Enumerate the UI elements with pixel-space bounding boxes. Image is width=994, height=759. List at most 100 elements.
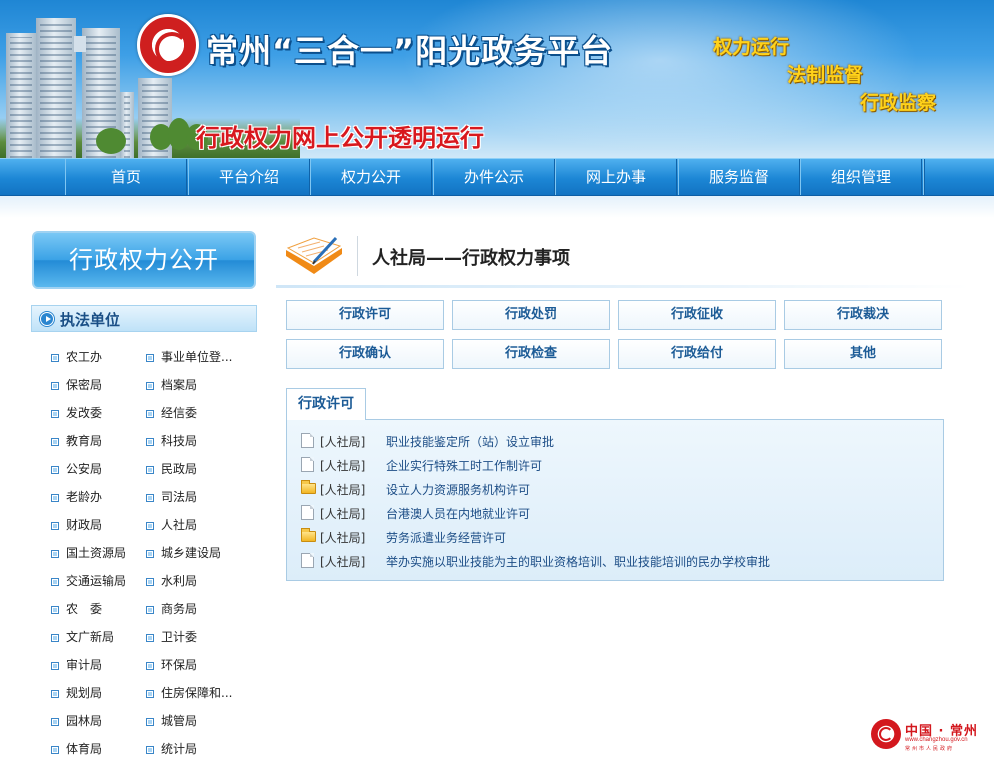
category-button-administrative-penalty[interactable]: 行政处罚 <box>452 300 610 330</box>
category-button-administrative-ruling[interactable]: 行政裁决 <box>784 300 942 330</box>
unit-label: 城乡建设局 <box>161 546 222 560</box>
unit-label: 水利局 <box>161 574 198 588</box>
unit-link[interactable]: 老龄办 <box>51 488 102 508</box>
category-button-administrative-payment[interactable]: 行政给付 <box>618 339 776 369</box>
item-department-tag: [人社局] <box>320 483 366 497</box>
list-item[interactable]: [人社局] 劳务派遣业务经营许可 <box>301 526 931 548</box>
square-bullet-icon <box>51 634 59 642</box>
unit-link[interactable]: 财政局 <box>51 516 102 536</box>
square-bullet-icon <box>146 550 154 558</box>
title-underline <box>276 285 970 288</box>
item-title: 举办实施以职业技能为主的职业资格培训、职业技能培训的民办学校审批 <box>386 555 771 569</box>
unit-link[interactable]: 规划局 <box>51 684 102 704</box>
site-title: 常州“三合一”阳光政务平台 <box>206 32 614 70</box>
unit-link[interactable]: 城乡建设局 <box>146 544 221 564</box>
tab-administrative-license[interactable]: 行政许可 <box>286 388 366 420</box>
unit-link[interactable]: 环保局 <box>146 656 197 676</box>
unit-link[interactable]: 国土资源局 <box>51 544 126 564</box>
item-department-tag: [人社局] <box>320 435 366 449</box>
square-bullet-icon <box>146 410 154 418</box>
nav-divider <box>923 159 925 195</box>
category-button-administrative-levy[interactable]: 行政征收 <box>618 300 776 330</box>
document-icon <box>301 505 314 520</box>
square-bullet-icon <box>51 746 59 754</box>
unit-link[interactable]: 档案局 <box>146 376 197 396</box>
category-button-administrative-inspection[interactable]: 行政检查 <box>452 339 610 369</box>
unit-link[interactable]: 事业单位登... <box>146 348 232 368</box>
unit-link[interactable]: 水利局 <box>146 572 197 592</box>
nav-item-power-disclosure[interactable]: 权力公开 <box>310 159 432 195</box>
page: 常州“三合一”阳光政务平台 权力运行 法制监督 行政监察 行政权力网上公开透明运… <box>0 0 994 759</box>
nav-item-service-supervision[interactable]: 服务监督 <box>678 159 800 195</box>
unit-label: 财政局 <box>66 518 103 532</box>
unit-link[interactable]: 人社局 <box>146 516 197 536</box>
unit-label: 发改委 <box>66 406 103 420</box>
square-bullet-icon <box>51 438 59 446</box>
nav-item-organization[interactable]: 组织管理 <box>800 159 922 195</box>
unit-link[interactable]: 文广新局 <box>51 628 114 648</box>
unit-label: 农工办 <box>66 350 103 364</box>
category-button-administrative-confirmation[interactable]: 行政确认 <box>286 339 444 369</box>
square-bullet-icon <box>51 690 59 698</box>
unit-label: 卫计委 <box>161 630 198 644</box>
unit-link[interactable]: 交通运输局 <box>51 572 126 592</box>
unit-link[interactable]: 农 委 <box>51 600 102 620</box>
unit-link[interactable]: 保密局 <box>51 376 102 396</box>
unit-link[interactable]: 商务局 <box>146 600 197 620</box>
unit-link[interactable]: 园林局 <box>51 712 102 732</box>
sidebar-title: 行政权力公开 <box>32 231 256 289</box>
footer-logo-org: 常州市人民政府 <box>905 746 955 752</box>
unit-link[interactable]: 农工办 <box>51 348 102 368</box>
square-bullet-icon <box>146 690 154 698</box>
unit-link[interactable]: 司法局 <box>146 488 197 508</box>
square-bullet-icon <box>51 522 59 530</box>
unit-link[interactable]: 住房保障和... <box>146 684 232 704</box>
unit-link[interactable]: 发改委 <box>51 404 102 424</box>
city-emblem-logo <box>137 14 199 76</box>
list-item[interactable]: [人社局] 台港澳人员在内地就业许可 <box>301 502 931 524</box>
square-bullet-icon <box>146 438 154 446</box>
unit-label: 体育局 <box>66 742 103 756</box>
unit-link[interactable]: 城管局 <box>146 712 197 732</box>
list-item[interactable]: [人社局] 职业技能鉴定所（站）设立审批 <box>301 430 931 452</box>
category-button-other[interactable]: 其他 <box>784 339 942 369</box>
unit-label: 司法局 <box>161 490 198 504</box>
tree-illustration <box>96 128 126 154</box>
unit-link[interactable]: 民政局 <box>146 460 197 480</box>
unit-link[interactable]: 公安局 <box>51 460 102 480</box>
square-bullet-icon <box>51 606 59 614</box>
unit-link[interactable]: 统计局 <box>146 740 197 759</box>
document-icon <box>301 457 314 472</box>
item-title: 劳务派遣业务经营许可 <box>386 531 507 545</box>
square-bullet-icon <box>51 662 59 670</box>
square-bullet-icon <box>146 606 154 614</box>
list-item[interactable]: [人社局] 设立人力资源服务机构许可 <box>301 478 931 500</box>
unit-link[interactable]: 体育局 <box>51 740 102 759</box>
square-bullet-icon <box>146 578 154 586</box>
category-button-administrative-license[interactable]: 行政许可 <box>286 300 444 330</box>
unit-label: 档案局 <box>161 378 198 392</box>
unit-link[interactable]: 科技局 <box>146 432 197 452</box>
unit-link[interactable]: 经信委 <box>146 404 197 424</box>
square-bullet-icon <box>51 410 59 418</box>
nav-item-home[interactable]: 首页 <box>65 159 187 195</box>
unit-label: 事业单位登... <box>161 350 233 364</box>
unit-label: 经信委 <box>161 406 198 420</box>
slogan-power-operation: 权力运行 <box>713 36 790 58</box>
nav-item-case-publicity[interactable]: 办件公示 <box>433 159 555 195</box>
square-bullet-icon <box>146 382 154 390</box>
unit-link[interactable]: 卫计委 <box>146 628 197 648</box>
unit-label: 规划局 <box>66 686 103 700</box>
unit-link[interactable]: 审计局 <box>51 656 102 676</box>
list-item[interactable]: [人社局] 企业实行特殊工时工作制许可 <box>301 454 931 476</box>
nav-item-platform-intro[interactable]: 平台介绍 <box>188 159 310 195</box>
list-item[interactable]: [人社局] 举办实施以职业技能为主的职业资格培训、职业技能培训的民办学校审批 <box>301 550 931 572</box>
slogan-administrative-supervision: 行政监察 <box>860 92 937 114</box>
square-bullet-icon <box>51 578 59 586</box>
nav-item-online-services[interactable]: 网上办事 <box>555 159 677 195</box>
square-bullet-icon <box>146 494 154 502</box>
square-bullet-icon <box>51 466 59 474</box>
arrow-circle-icon <box>40 312 54 326</box>
square-bullet-icon <box>146 634 154 642</box>
unit-link[interactable]: 教育局 <box>51 432 102 452</box>
